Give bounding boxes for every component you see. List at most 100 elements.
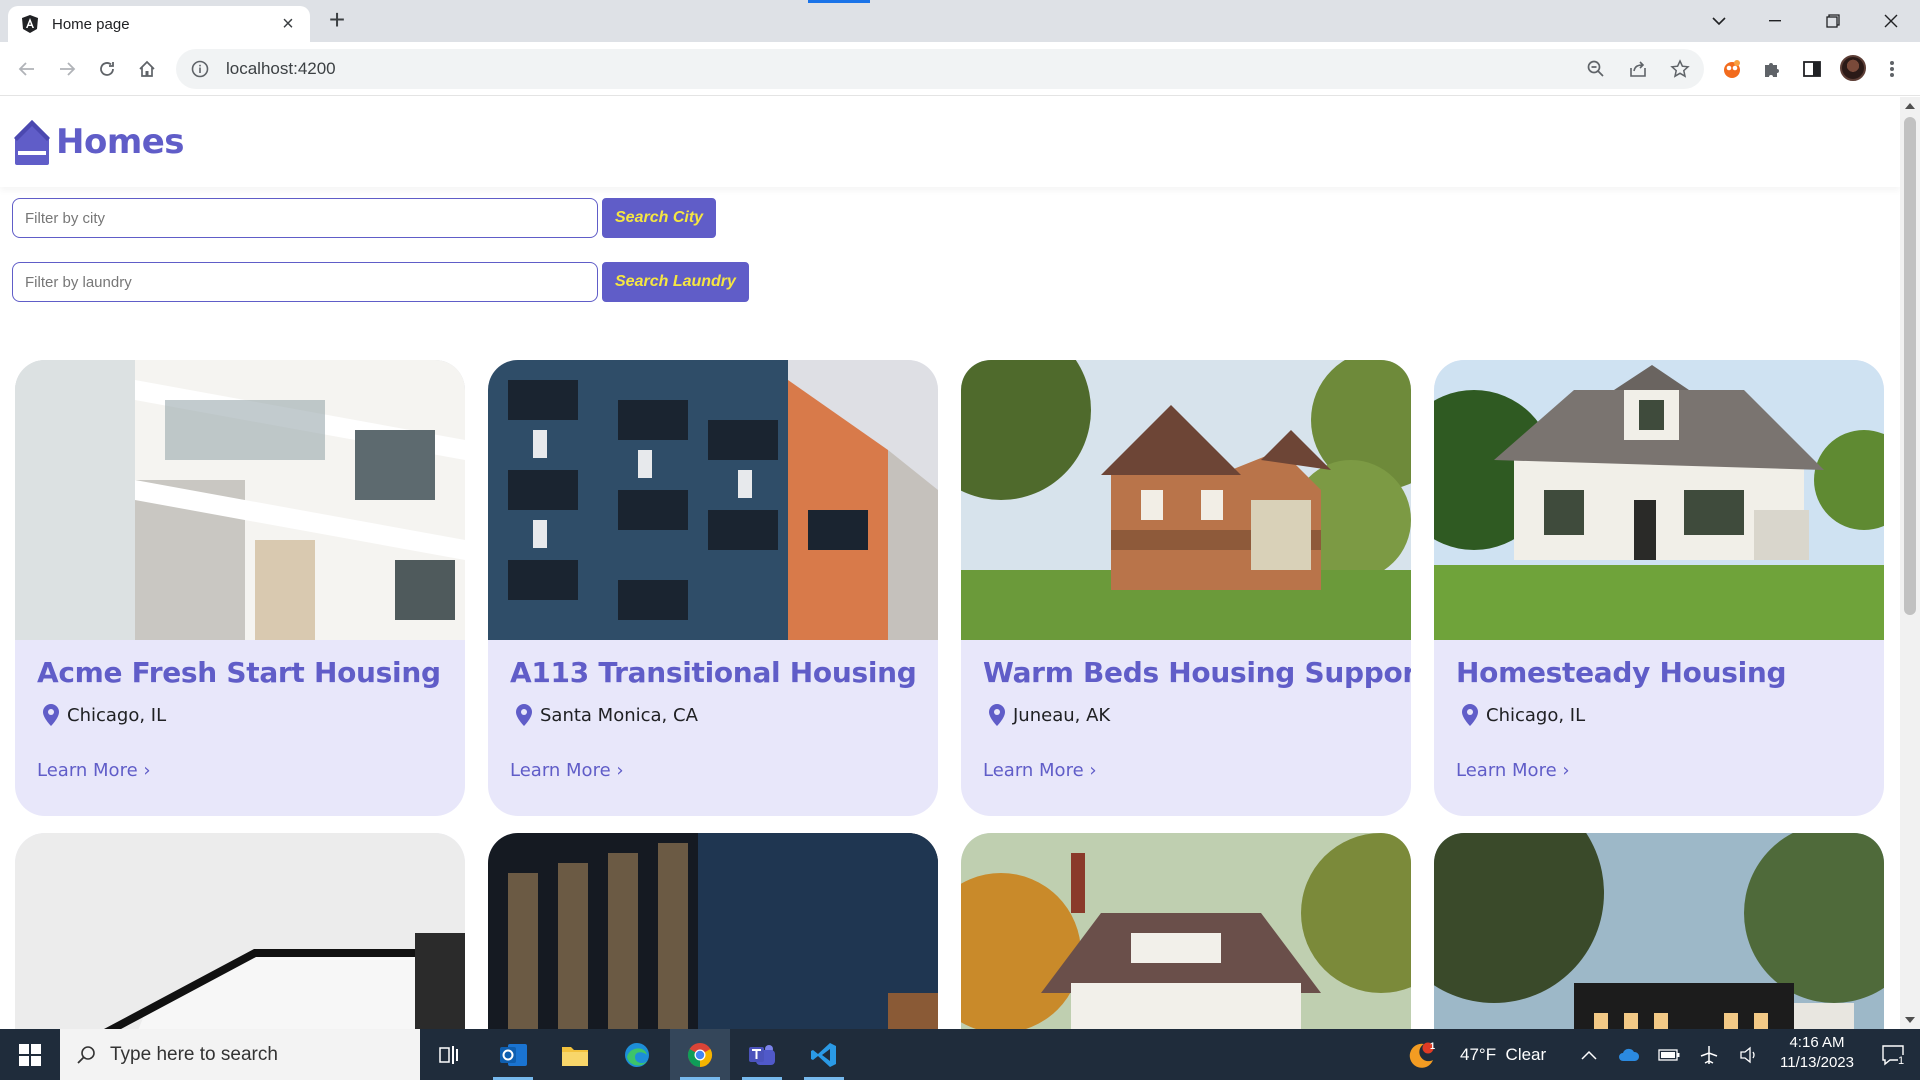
search-laundry-button[interactable]: Search Laundry	[602, 262, 749, 302]
browser-toolbar: localhost:4200	[0, 42, 1920, 96]
housing-card	[15, 833, 465, 1029]
windows-logo-icon	[19, 1043, 41, 1066]
housing-photo	[961, 360, 1411, 640]
housing-photo	[15, 833, 465, 1029]
location-text: Chicago, IL	[67, 704, 167, 726]
file-explorer-icon[interactable]	[545, 1029, 605, 1080]
close-tab-icon[interactable]: ×	[278, 14, 298, 34]
browser-tab[interactable]: Home page ×	[8, 6, 310, 42]
browser-tabstrip: Home page × +	[0, 0, 1920, 42]
location-text: Santa Monica, CA	[540, 704, 698, 726]
page-viewport: Homes Search City Search Laundry Acme Fr…	[0, 97, 1900, 1029]
vscode-app-icon[interactable]	[794, 1029, 854, 1080]
battery-icon[interactable]	[1654, 1029, 1684, 1080]
location-pin-icon	[989, 704, 1005, 726]
card-location: Juneau, AK	[989, 704, 1110, 726]
loading-indicator	[808, 0, 870, 3]
city-filter-input[interactable]	[12, 198, 598, 238]
laundry-filter-row: Search Laundry	[12, 262, 749, 302]
location-text: Juneau, AK	[1013, 704, 1111, 726]
location-pin-icon	[1462, 704, 1478, 726]
learn-more-link[interactable]: Learn More ›	[37, 760, 151, 781]
card-title: Acme Fresh Start Housing	[37, 656, 441, 689]
profile-avatar[interactable]	[1840, 55, 1866, 81]
start-button[interactable]	[0, 1029, 60, 1080]
edge-browser-icon[interactable]	[607, 1029, 667, 1080]
tab-title: Home page	[52, 15, 130, 33]
onedrive-icon[interactable]	[1614, 1029, 1644, 1080]
card-title: A113 Transitional Housing	[510, 656, 917, 689]
url-text: localhost:4200	[226, 59, 336, 78]
clock[interactable]: 4:16 AM 11/13/2023	[1770, 1033, 1864, 1077]
scroll-thumb[interactable]	[1904, 117, 1916, 615]
housing-card: A113 Transitional Housing Santa Monica, …	[488, 360, 938, 816]
side-panel-icon[interactable]	[1800, 57, 1824, 81]
card-location: Santa Monica, CA	[516, 704, 698, 726]
search-placeholder: Type here to search	[110, 1043, 278, 1065]
housing-photo	[1434, 360, 1884, 640]
search-icon	[77, 1045, 95, 1064]
card-location: Chicago, IL	[43, 704, 166, 726]
weather-badge: 1	[1430, 1041, 1436, 1051]
volume-icon[interactable]	[1734, 1029, 1764, 1080]
task-view-button[interactable]	[420, 1029, 480, 1080]
location-pin-icon	[516, 704, 532, 726]
laundry-filter-input[interactable]	[12, 262, 598, 302]
learn-more-link[interactable]: Learn More ›	[510, 760, 624, 781]
tab-search-icon[interactable]	[1698, 0, 1740, 42]
home-button[interactable]	[131, 53, 163, 85]
scroll-up-arrow[interactable]	[1905, 103, 1915, 109]
teams-app-icon[interactable]	[732, 1029, 792, 1080]
show-hidden-icons-button[interactable]	[1574, 1029, 1604, 1080]
housing-card: Homesteady Housing Chicago, IL Learn Mor…	[1434, 360, 1884, 816]
kebab-menu-icon[interactable]	[1880, 57, 1904, 81]
scroll-down-arrow[interactable]	[1905, 1017, 1915, 1023]
housing-photo	[1434, 833, 1884, 1029]
puzzle-icon[interactable]	[1760, 57, 1784, 81]
housing-card: Warm Beds Housing Support Juneau, AK Lea…	[961, 360, 1411, 816]
learn-more-link[interactable]: Learn More ›	[1456, 760, 1570, 781]
address-bar[interactable]: localhost:4200	[176, 49, 1704, 89]
airplane-mode-icon[interactable]	[1694, 1029, 1724, 1080]
forward-button[interactable]	[51, 53, 83, 85]
share-icon[interactable]	[1626, 57, 1650, 81]
housing-card	[961, 833, 1411, 1029]
brand-name[interactable]: Homes	[56, 122, 185, 162]
card-title: Warm Beds Housing Support	[983, 656, 1411, 689]
taskbar-search[interactable]: Type here to search	[60, 1029, 420, 1080]
notifications-button[interactable]: 1	[1868, 1029, 1918, 1080]
close-window-button[interactable]	[1870, 0, 1912, 42]
housing-card	[488, 833, 938, 1029]
zoom-icon[interactable]	[1584, 57, 1608, 81]
windows-taskbar: Type here to search 1 47°F Clear 4:16 AM…	[0, 1029, 1920, 1080]
weather-text: 47°F Clear	[1460, 1045, 1547, 1064]
bookmark-star-icon[interactable]	[1668, 57, 1692, 81]
city-filter-row: Search City	[12, 198, 717, 238]
clock-date: 11/13/2023	[1780, 1054, 1854, 1071]
location-text: Chicago, IL	[1486, 704, 1586, 726]
site-info-icon[interactable]	[190, 59, 210, 79]
housing-photo	[488, 833, 938, 1029]
chrome-app-icon[interactable]	[670, 1029, 730, 1080]
housing-photo	[15, 360, 465, 640]
angular-icon	[20, 14, 40, 34]
clock-time: 4:16 AM	[1789, 1034, 1845, 1051]
outlook-app-icon[interactable]	[483, 1029, 543, 1080]
housing-photo	[488, 360, 938, 640]
notification-count: 1	[1898, 1055, 1905, 1067]
search-city-button[interactable]: Search City	[602, 198, 717, 238]
reload-button[interactable]	[91, 53, 123, 85]
card-title: Homesteady Housing	[1456, 656, 1787, 689]
extension-icon[interactable]	[1720, 57, 1744, 81]
new-tab-button[interactable]: +	[323, 6, 351, 35]
housing-card: Acme Fresh Start Housing Chicago, IL Lea…	[15, 360, 465, 816]
back-button[interactable]	[11, 53, 43, 85]
page-scrollbar[interactable]	[1900, 97, 1920, 1029]
restore-button[interactable]	[1812, 0, 1854, 42]
learn-more-link[interactable]: Learn More ›	[983, 760, 1097, 781]
housing-card	[1434, 833, 1884, 1029]
minimize-button[interactable]	[1754, 0, 1796, 42]
weather-widget[interactable]: 1 47°F Clear	[1406, 1029, 1546, 1080]
app-header: Homes	[0, 97, 1900, 187]
house-logo-icon[interactable]	[12, 117, 52, 167]
